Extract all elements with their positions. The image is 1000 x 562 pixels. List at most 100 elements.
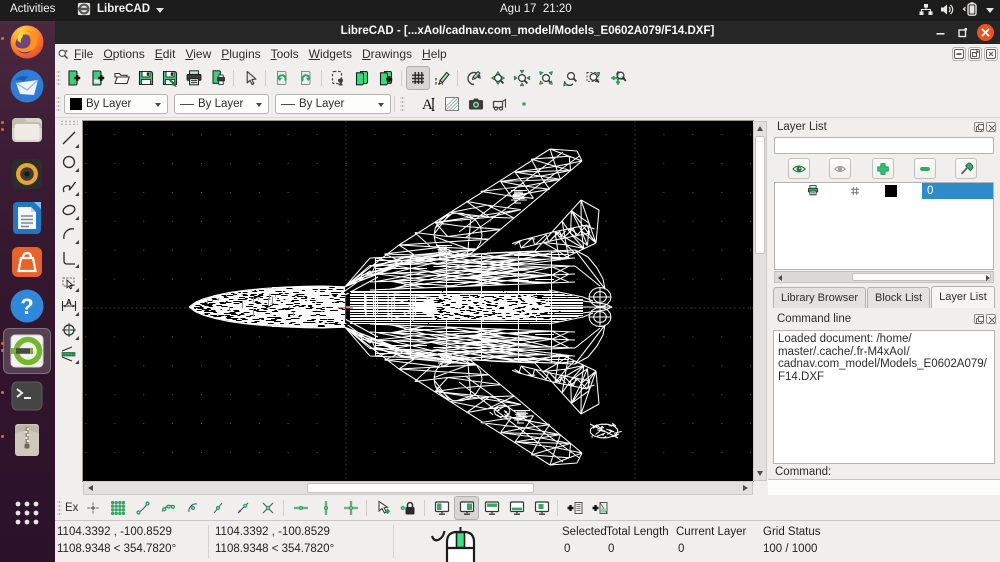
topbar-app-menu[interactable]: LibreCAD [77, 2, 164, 16]
dock-float-icon[interactable] [974, 314, 984, 324]
window-minimize-button[interactable] [933, 25, 948, 40]
grid-toggle-button[interactable] [406, 66, 430, 90]
point-tool-button[interactable] [512, 92, 536, 116]
dock-close-icon[interactable] [986, 122, 996, 132]
window-titlebar[interactable]: LibreCAD - [...xAoI/cadnav.com_model/Mod… [55, 21, 1000, 44]
snap-middle-button[interactable] [205, 496, 230, 520]
add-layer-widget-button[interactable] [587, 496, 612, 520]
save-as-button[interactable] [158, 66, 182, 90]
tab-block-list[interactable]: Block List [867, 287, 930, 308]
dock-bottom-button[interactable] [504, 496, 529, 520]
copy-button[interactable] [350, 66, 374, 90]
circle-tool[interactable] [57, 150, 81, 174]
menu-edit[interactable]: Edit [150, 44, 181, 65]
restrict-orthogonal-button[interactable] [338, 496, 363, 520]
lock-relative-zero-button[interactable] [396, 496, 421, 520]
zoom-previous-button[interactable] [558, 66, 582, 90]
new-from-template-button[interactable] [86, 66, 110, 90]
image-insert-button[interactable] [464, 92, 488, 116]
zoom-auto-button[interactable] [534, 66, 558, 90]
layer-name-cell[interactable]: 0 [922, 183, 993, 199]
menu-help[interactable]: Help [417, 44, 452, 65]
dock-float-button[interactable] [529, 496, 554, 520]
canvas-vertical-scrollbar[interactable] [753, 121, 767, 481]
menu-options[interactable]: Options [98, 44, 149, 65]
cut-button[interactable] [326, 66, 350, 90]
dock-hscroll-thumb[interactable] [852, 273, 991, 281]
activities-button[interactable]: Activities [10, 3, 55, 15]
dock-item-librecad[interactable] [8, 332, 46, 370]
dock-item-files[interactable] [8, 111, 46, 149]
save-button[interactable] [134, 66, 158, 90]
redo-button[interactable] [294, 66, 318, 90]
mdi-minimize-button[interactable] [952, 47, 966, 61]
layer-color-cell[interactable] [877, 185, 922, 197]
zoom-pan-button[interactable] [606, 66, 630, 90]
system-tray[interactable] [919, 2, 994, 16]
dock-item-firefox[interactable] [8, 23, 46, 61]
scroll-down-icon[interactable] [757, 471, 763, 476]
dock-item-libreoffice-writer[interactable] [8, 199, 46, 237]
mdi-restore-button[interactable] [968, 47, 982, 61]
scroll-up-icon[interactable] [757, 126, 763, 131]
redraw-button[interactable] [462, 66, 486, 90]
new-drawing-button[interactable] [62, 66, 86, 90]
scroll-left-icon[interactable] [88, 485, 93, 491]
dock-float-icon[interactable] [974, 122, 984, 132]
set-relative-zero-button[interactable] [371, 496, 396, 520]
hscroll-thumb[interactable] [307, 483, 534, 493]
snap-grid-button[interactable] [105, 496, 130, 520]
linewidth-combobox[interactable]: By Layer [275, 94, 391, 114]
linetype-combobox[interactable]: By Layer [174, 94, 269, 114]
layer-print-cell[interactable] [793, 184, 833, 198]
block-insert-button[interactable] [488, 92, 512, 116]
tray-chevron-down-icon[interactable] [986, 8, 994, 13]
snap-center-button[interactable] [180, 496, 205, 520]
snap-distance-button[interactable] [230, 496, 255, 520]
dock-close-icon[interactable] [986, 314, 996, 324]
snap-entity-button[interactable] [155, 496, 180, 520]
layer-edit-button[interactable] [955, 158, 977, 179]
line-tool[interactable] [57, 126, 81, 150]
menu-plugins[interactable]: Plugins [216, 44, 265, 65]
dimension-tool[interactable]: A [57, 294, 81, 318]
window-restore-button[interactable] [955, 25, 970, 40]
tab-library-browser[interactable]: Library Browser [773, 287, 866, 308]
restrict-horizontal-button[interactable] [288, 496, 313, 520]
vscroll-thumb[interactable] [755, 136, 765, 254]
layer-list-hscrollbar[interactable] [774, 271, 994, 283]
scroll-right-icon[interactable] [743, 485, 748, 491]
undo-button[interactable] [270, 66, 294, 90]
command-history[interactable]: Loaded document: /home/master/.cache/.fr… [773, 330, 995, 464]
layer-table[interactable]: 0 [774, 182, 994, 270]
layer-add-button[interactable] [872, 158, 894, 179]
dock-item-rhythmbox[interactable] [8, 155, 46, 193]
select-tool[interactable] [57, 270, 81, 294]
dock-top-button[interactable] [479, 496, 504, 520]
menu-drawings[interactable]: Drawings [357, 44, 417, 65]
print-preview-button[interactable] [206, 66, 230, 90]
polyline-tool[interactable] [57, 246, 81, 270]
restrict-vertical-button[interactable] [313, 496, 338, 520]
dock-item-archive-manager[interactable] [8, 421, 46, 459]
paste-button[interactable] [374, 66, 398, 90]
add-command-widget-button[interactable] [562, 496, 587, 520]
modify-tool[interactable] [57, 318, 81, 342]
dock-left-button[interactable] [429, 496, 454, 520]
window-close-button[interactable] [977, 24, 994, 41]
dock-item-terminal[interactable] [8, 377, 46, 415]
layer-row-0[interactable]: 0 [775, 183, 993, 199]
measure-tool[interactable] [57, 342, 81, 366]
print-button[interactable] [182, 66, 206, 90]
dock-item-show-applications[interactable] [8, 494, 46, 532]
snap-free-button[interactable] [80, 496, 105, 520]
zoom-in-button[interactable] [486, 66, 510, 90]
layer-hide-all-button[interactable] [829, 158, 851, 179]
command-input[interactable] [768, 479, 1000, 495]
menu-view[interactable]: View [180, 44, 216, 65]
dock-item-help[interactable]: ? [8, 287, 46, 325]
dock-right-button[interactable] [454, 496, 479, 520]
open-drawing-button[interactable] [110, 66, 134, 90]
dock-item-ubuntu-software[interactable] [8, 243, 46, 281]
layer-remove-button[interactable] [914, 158, 936, 179]
